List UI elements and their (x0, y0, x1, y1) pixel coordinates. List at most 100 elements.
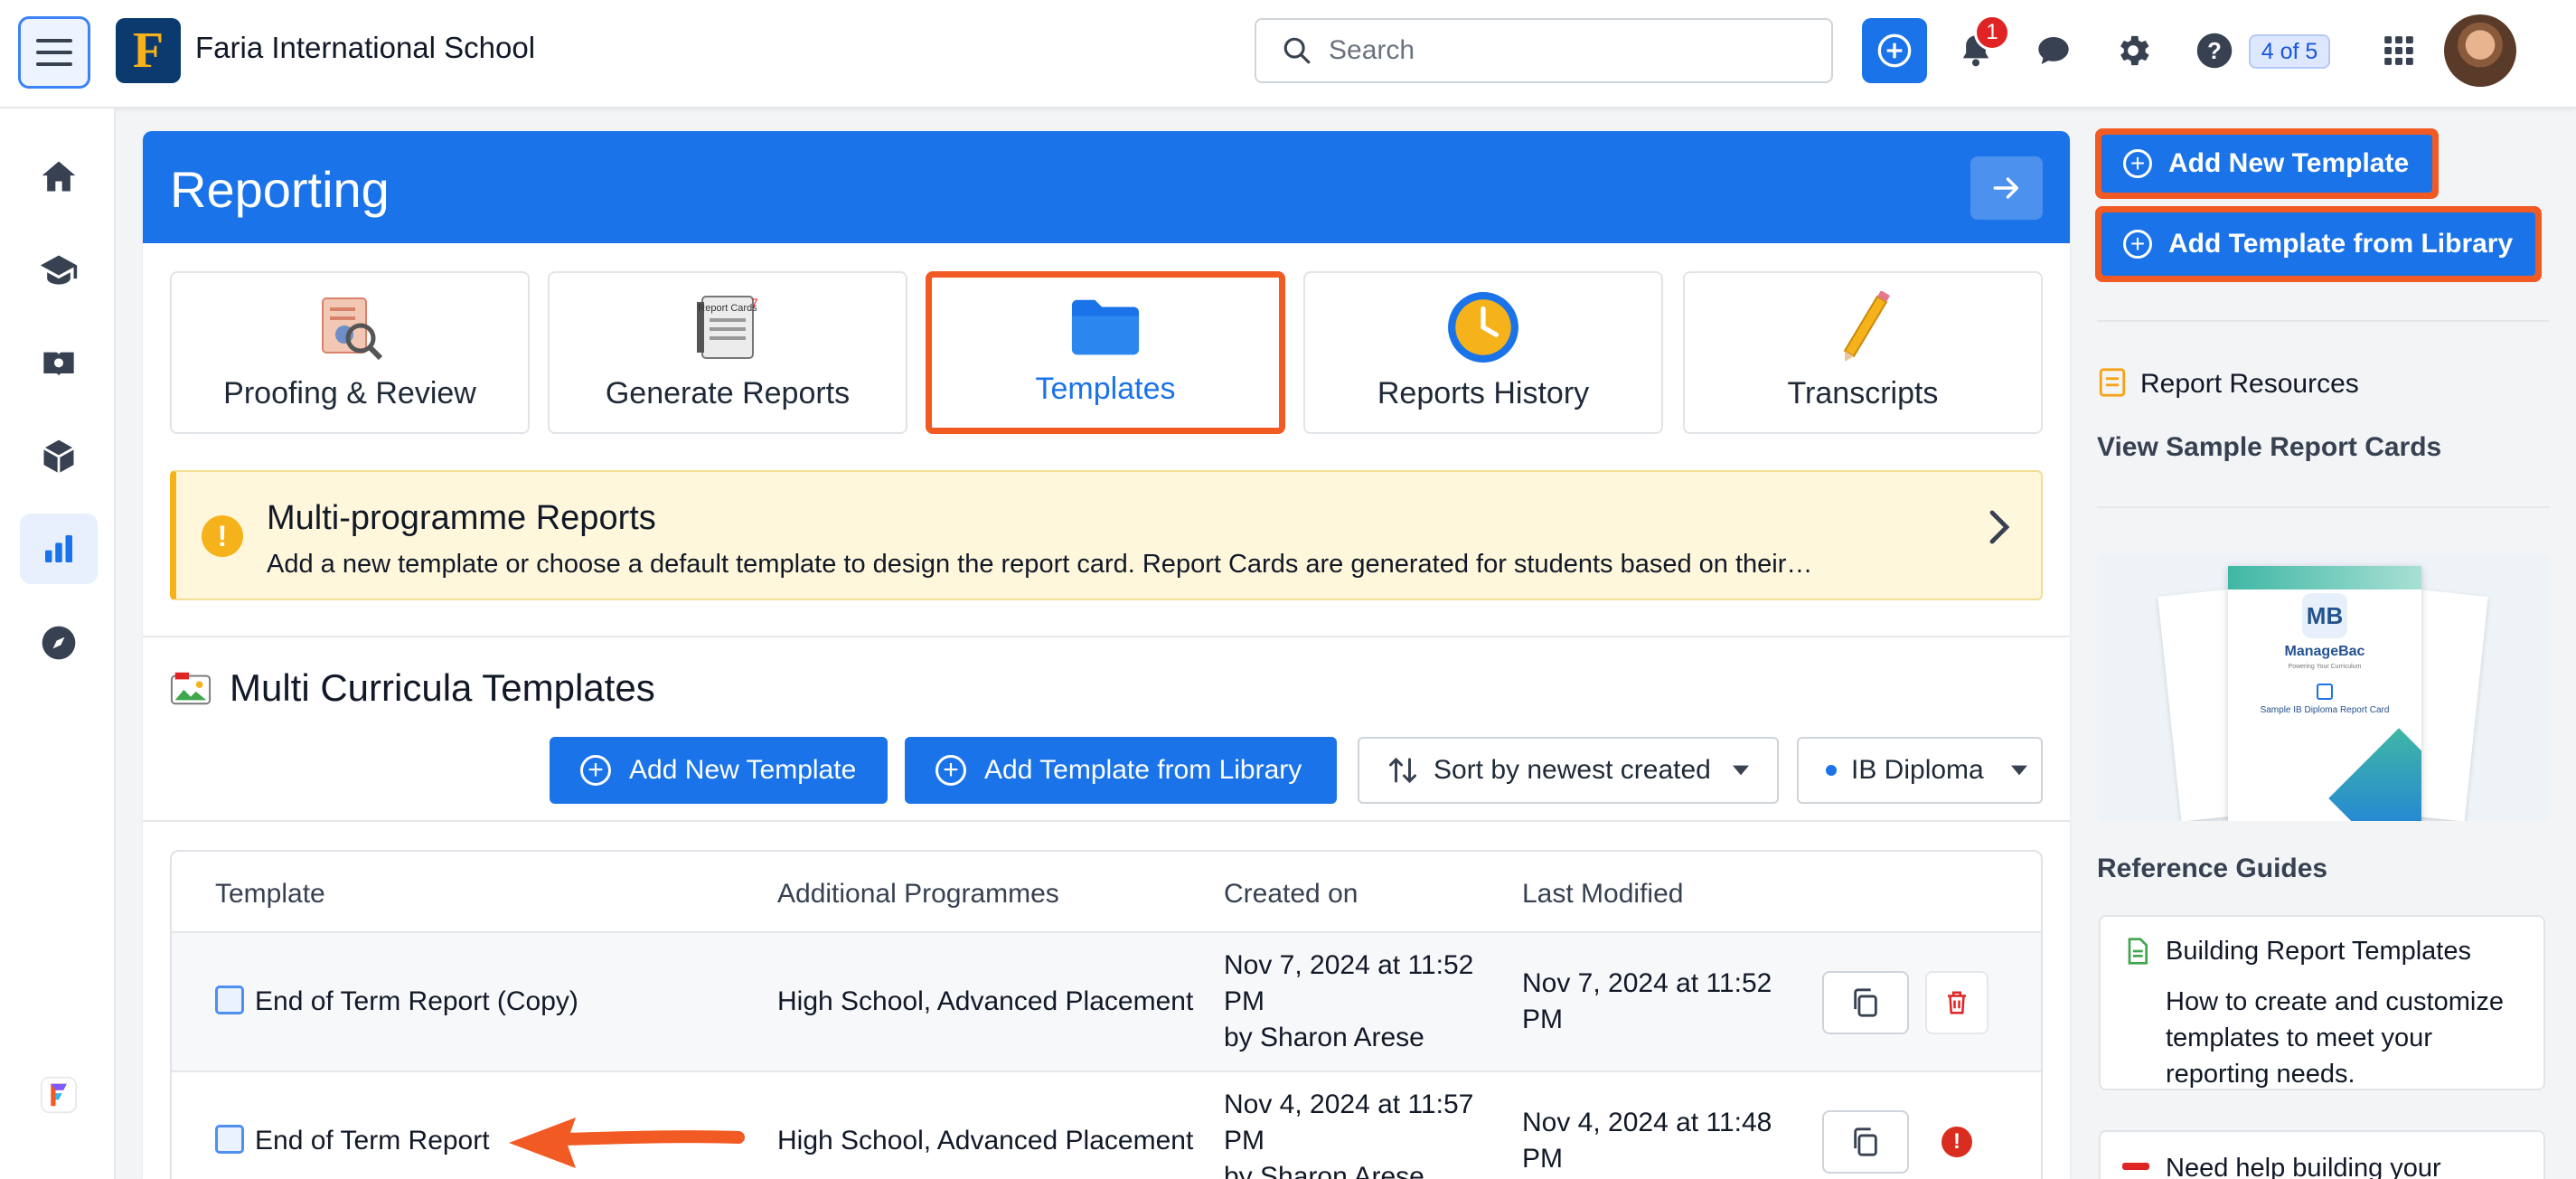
nav-curriculum[interactable] (20, 329, 98, 400)
svg-text:Report Cards: Report Cards (698, 303, 757, 314)
folder-icon (1070, 288, 1141, 364)
column-header-created[interactable]: Created on (1224, 879, 1358, 910)
annotation-arrow-icon (509, 1118, 745, 1168)
nav-home[interactable] (20, 141, 98, 212)
graduation-cap-icon (40, 255, 78, 285)
nav-explore[interactable] (20, 608, 98, 678)
nav-faria-apps[interactable] (20, 1060, 98, 1130)
nav-academics[interactable] (20, 235, 98, 306)
card-label: Generate Reports (605, 376, 851, 410)
template-name-link[interactable]: End of Term Report (Copy) (215, 984, 578, 1020)
view-sample-report-cards-link[interactable]: View Sample Report Cards (2097, 432, 2441, 463)
guide-card-need-help[interactable]: Need help building your (2099, 1130, 2545, 1179)
card-label: Templates (1035, 372, 1176, 406)
search-input[interactable] (1329, 35, 1799, 66)
duplicate-button[interactable] (1822, 971, 1909, 1034)
section-title: Multi Curricula Templates (230, 666, 655, 709)
guide-text: How to create and customize templates to… (2166, 987, 2504, 1089)
reference-guides-title: Reference Guides (2097, 854, 2328, 883)
template-file-icon (215, 1125, 244, 1154)
school-logo[interactable]: F (116, 18, 181, 83)
column-header-modified[interactable]: Last Modified (1522, 879, 1683, 910)
notice-title: Multi-programme Reports (267, 499, 656, 537)
section-header: Multi Curricula Templates (170, 666, 655, 710)
templates-section-icon (170, 672, 212, 705)
multi-programme-notice[interactable]: ! Multi-programme Reports Add a new temp… (170, 470, 2043, 600)
sample-page-front: MB ManageBac Powering Your Curriculum Sa… (2228, 566, 2421, 821)
pencil-icon (1827, 289, 1899, 365)
guide-document-icon (2128, 938, 2148, 965)
apps-button[interactable] (2375, 25, 2422, 76)
compass-icon (42, 626, 76, 660)
programme-filter-dropdown[interactable]: IB Diploma (1797, 737, 2043, 804)
programme-label: IB Diploma (1851, 755, 1984, 785)
messages-button[interactable] (2030, 25, 2077, 76)
managebac-logo: MB (2302, 593, 2347, 638)
thumb-brand: ManageBac (2284, 644, 2365, 659)
guide-card-building-templates[interactable]: Building Report Templates How to create … (2099, 915, 2545, 1090)
open-book-icon (43, 352, 74, 377)
svg-text:?: ? (2207, 39, 2222, 64)
gear-icon (2120, 35, 2149, 66)
search-icon (1283, 37, 1311, 64)
sample-page-header (2228, 566, 2421, 590)
card-label: Transcripts (1787, 376, 1939, 410)
quick-add-button[interactable] (1862, 18, 1927, 83)
column-header-template[interactable]: Template (215, 879, 325, 910)
divider (2097, 320, 2549, 322)
card-generate-reports[interactable]: Report Cards 7 Generate Reports (548, 271, 907, 434)
divider (143, 636, 2070, 637)
question-icon: ? (2196, 33, 2233, 69)
plus-circle-icon: + (2123, 149, 2152, 178)
expand-button[interactable] (1970, 156, 2043, 220)
sort-dropdown[interactable]: Sort by newest created (1358, 737, 1779, 804)
card-templates[interactable]: Templates (926, 271, 1285, 434)
programmes-cell: High School, Advanced Placement (777, 1126, 1194, 1155)
error-icon[interactable]: ! (1941, 1127, 1972, 1157)
add-new-template-button[interactable]: + Add New Template (550, 737, 888, 804)
search-box[interactable] (1255, 18, 1833, 83)
sidebar-add-new-template-button[interactable]: + Add New Template (2095, 128, 2439, 199)
proofing-icon (314, 289, 386, 365)
tour-progress-badge[interactable]: 4 of 5 (2249, 34, 2330, 69)
add-template-from-library-button[interactable]: + Add Template from Library (905, 737, 1337, 804)
card-reports-history[interactable]: Reports History (1303, 271, 1663, 434)
copy-icon (1854, 988, 1877, 1017)
school-name[interactable]: Faria International School (195, 31, 535, 65)
sample-page-corner (2328, 728, 2421, 821)
plus-circle-icon: + (580, 755, 611, 786)
faria-logo-icon (40, 1076, 78, 1114)
programme-dot-icon (1826, 765, 1837, 776)
home-icon (42, 161, 76, 192)
notice-text: Add a new template or choose a default t… (267, 550, 1813, 579)
copy-icon (1854, 1127, 1877, 1156)
button-label: Add New Template (2168, 148, 2410, 178)
nav-resources[interactable] (20, 421, 98, 492)
duplicate-button[interactable] (1822, 1110, 1909, 1174)
apps-grid-icon (2384, 36, 2413, 65)
help-button[interactable]: ? (2191, 25, 2238, 76)
column-header-programmes[interactable]: Additional Programmes (777, 879, 1059, 910)
sample-report-thumbnail[interactable]: MB ManageBac Powering Your Curriculum Sa… (2097, 553, 2549, 821)
table-row[interactable]: End of Term Report (Copy) High School, A… (172, 931, 2041, 1071)
nav-reporting[interactable] (20, 514, 98, 584)
trash-icon (1948, 991, 1966, 1014)
thumb-tagline: Powering Your Curriculum (2288, 664, 2362, 670)
sort-icon (1389, 757, 1416, 784)
delete-button[interactable] (1925, 971, 1988, 1034)
svg-text:7: 7 (751, 296, 758, 310)
chevron-right-icon[interactable] (1983, 505, 2016, 550)
template-name-link[interactable]: End of Term Report (215, 1123, 490, 1159)
guide-help-icon (2122, 1163, 2149, 1170)
table-row[interactable]: End of Term Report High School, Advanced… (172, 1071, 2041, 1179)
card-proofing-review[interactable]: Proofing & Review (170, 271, 530, 434)
card-transcripts[interactable]: Transcripts (1683, 271, 2043, 434)
sidebar-add-template-from-library-button[interactable]: + Add Template from Library (2095, 206, 2542, 282)
settings-button[interactable] (2110, 25, 2157, 76)
menu-button[interactable] (18, 16, 90, 89)
plus-circle-icon: + (2123, 230, 2152, 259)
caret-down-icon (2010, 765, 2027, 776)
user-avatar[interactable] (2444, 14, 2516, 87)
clock-icon (1446, 289, 1520, 365)
divider (2097, 506, 2549, 508)
